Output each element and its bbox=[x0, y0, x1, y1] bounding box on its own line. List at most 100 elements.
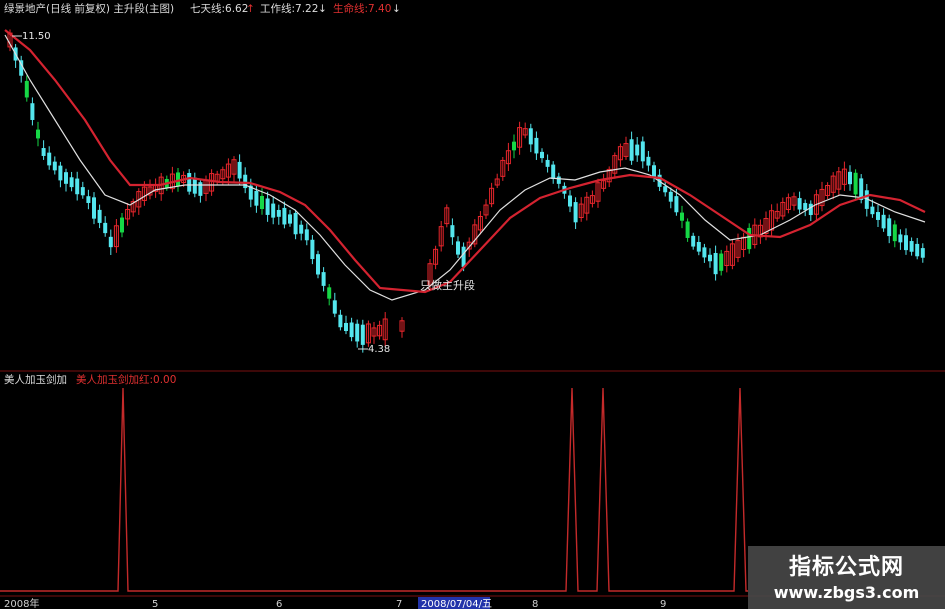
candle bbox=[691, 235, 696, 247]
candle bbox=[344, 322, 348, 332]
candle bbox=[573, 202, 578, 223]
seven-day-line-value: 七天线:6.62 bbox=[190, 2, 248, 15]
candle bbox=[803, 203, 808, 211]
candle bbox=[120, 217, 124, 233]
chart-title: 绿景地产(日线 前复权) 主升段(主图) bbox=[4, 2, 174, 15]
candle bbox=[265, 198, 270, 215]
work-arrow-icon: ↓ bbox=[318, 3, 327, 15]
candle bbox=[338, 314, 343, 328]
candle bbox=[24, 80, 29, 98]
high-price-label: 11.50 bbox=[22, 31, 51, 42]
watermark: 指标公式网 www.zbgs3.com bbox=[748, 546, 945, 609]
candle bbox=[271, 203, 276, 218]
candle bbox=[747, 227, 752, 250]
candle bbox=[568, 195, 572, 207]
candle bbox=[360, 324, 365, 345]
candle bbox=[853, 172, 858, 195]
candle bbox=[41, 148, 46, 156]
candle bbox=[904, 235, 908, 251]
signal-label: 只做主升段 bbox=[420, 278, 475, 292]
candle bbox=[685, 221, 690, 238]
candle bbox=[848, 171, 852, 185]
candle bbox=[97, 209, 102, 223]
candle bbox=[103, 222, 108, 234]
candle bbox=[64, 172, 68, 184]
candle bbox=[304, 229, 309, 241]
candle bbox=[299, 224, 304, 234]
candle bbox=[47, 152, 52, 166]
candle bbox=[680, 212, 684, 221]
candle bbox=[702, 247, 707, 258]
candle bbox=[58, 165, 63, 181]
candle bbox=[881, 214, 886, 229]
candle bbox=[551, 164, 556, 180]
candle bbox=[534, 137, 539, 154]
candle bbox=[75, 178, 80, 195]
candle bbox=[332, 300, 337, 314]
candle bbox=[254, 190, 259, 206]
candle bbox=[646, 156, 651, 166]
candle bbox=[80, 187, 85, 196]
candle bbox=[512, 141, 516, 151]
candle bbox=[450, 225, 455, 238]
life-arrow-icon: ↓ bbox=[392, 3, 401, 15]
candlestick-series bbox=[7, 29, 925, 353]
signal-spike-line bbox=[0, 387, 748, 592]
seven-day-arrow-icon: ↑ bbox=[246, 3, 255, 15]
candle bbox=[652, 165, 656, 177]
candle bbox=[898, 234, 903, 243]
candle bbox=[456, 241, 460, 255]
axis-label-month-6: 6 bbox=[276, 599, 282, 609]
candle bbox=[545, 159, 550, 167]
candle bbox=[640, 141, 645, 162]
candle bbox=[69, 177, 74, 188]
candle bbox=[719, 253, 724, 271]
candle bbox=[528, 128, 533, 145]
candle bbox=[310, 239, 315, 260]
life-line-value: 生命线:7.40 bbox=[333, 2, 391, 15]
candle bbox=[870, 206, 875, 215]
candle bbox=[321, 272, 326, 286]
selected-date-label: 2008/07/04/五 bbox=[421, 599, 492, 609]
candle bbox=[708, 254, 712, 262]
candle bbox=[198, 182, 203, 196]
axis-label-month-5: 5 bbox=[152, 599, 158, 609]
candle bbox=[276, 209, 281, 217]
stock-chart[interactable]: 绿景地产(日线 前复权) 主升段(主图) 七天线:6.62 ↑ 工作线:7.22… bbox=[0, 0, 945, 609]
candle bbox=[892, 224, 897, 242]
candle bbox=[327, 287, 332, 299]
sub-indicator-value: 美人加玉剑加红:0.00 bbox=[76, 373, 176, 386]
candle bbox=[876, 212, 880, 220]
candle bbox=[461, 246, 466, 267]
candle bbox=[108, 236, 113, 248]
candle bbox=[668, 191, 673, 202]
candle bbox=[36, 129, 40, 139]
candle bbox=[713, 253, 718, 275]
candle bbox=[887, 218, 892, 237]
candle bbox=[556, 176, 561, 184]
watermark-url: www.zbgs3.com bbox=[773, 583, 920, 602]
candle bbox=[288, 214, 292, 224]
candle bbox=[635, 144, 640, 156]
candle bbox=[316, 254, 320, 275]
candle bbox=[808, 203, 813, 216]
low-price-label: 4.38 bbox=[368, 344, 390, 355]
candle bbox=[187, 172, 192, 192]
candle bbox=[909, 241, 914, 252]
candle bbox=[663, 186, 668, 193]
axis-label-month-8: 8 bbox=[532, 599, 538, 609]
candle bbox=[797, 198, 802, 210]
candle bbox=[86, 196, 91, 203]
candle bbox=[696, 241, 701, 252]
candle bbox=[915, 243, 920, 257]
watermark-title: 指标公式网 bbox=[788, 555, 904, 580]
candle bbox=[920, 248, 925, 258]
candle bbox=[237, 161, 242, 179]
candle bbox=[30, 103, 35, 120]
axis-label-month-7: 7 bbox=[396, 599, 402, 609]
candle bbox=[52, 161, 57, 171]
candle bbox=[260, 195, 264, 210]
axis-label-month-9: 9 bbox=[660, 599, 666, 609]
axis-label-year: 2008年 bbox=[4, 597, 39, 609]
candle bbox=[355, 323, 360, 342]
